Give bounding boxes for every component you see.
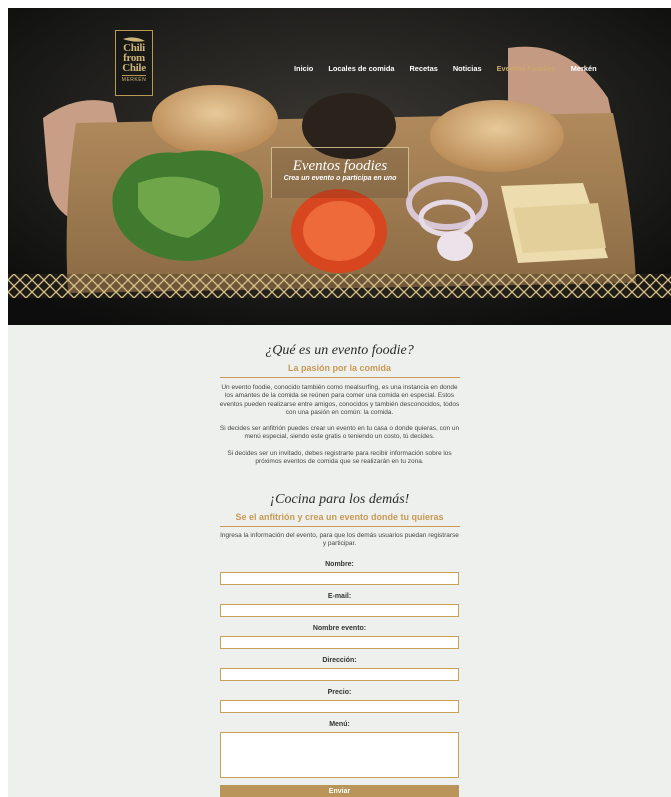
cook-section: ¡Cocina para los demás! Se el anfitrión …	[8, 492, 671, 549]
precio-field[interactable]	[220, 700, 459, 713]
nombre-field[interactable]	[220, 572, 459, 585]
precio-label: Precio:	[327, 689, 352, 696]
nombre-label: Nombre:	[325, 561, 354, 568]
divider	[219, 377, 460, 378]
about-section: ¿Qué es un evento foodie? La pasión por …	[8, 343, 671, 466]
cook-subtitle: Se el anfitrión y crea un evento donde t…	[235, 512, 444, 522]
nav-item-noticias[interactable]: Noticias	[453, 64, 482, 73]
lattice-pattern-band	[8, 274, 671, 298]
hero-banner: Chili from Chile MERKÉN Inicio Locales d…	[8, 8, 671, 325]
about-title: ¿Qué es un evento foodie?	[265, 343, 414, 358]
main-nav: Inicio Locales de comida Recetas Noticia…	[294, 64, 612, 73]
email-field[interactable]	[220, 604, 459, 617]
logo-line-4: MERKÉN	[121, 75, 147, 83]
event-form: Nombre: E-mail: Nombre evento: Dirección…	[8, 561, 671, 797]
chili-from-chile-logo[interactable]: Chili from Chile MERKÉN	[115, 30, 153, 96]
hero-title-box: Eventos foodies Crea un evento o partici…	[271, 147, 409, 198]
about-paragraph-2: Si decides ser anfitrión puedes crear un…	[219, 425, 460, 441]
logo-line-3: Chile	[122, 62, 146, 74]
nav-item-eventos-foodies[interactable]: Eventos Foodies	[497, 64, 556, 73]
nav-item-inicio[interactable]: Inicio	[294, 64, 313, 73]
menu-textarea[interactable]	[220, 732, 459, 778]
hero-subtitle: Crea un evento o participa en uno	[283, 175, 397, 182]
submit-button[interactable]: Enviar	[220, 785, 459, 797]
about-subtitle: La pasión por la comida	[287, 363, 392, 373]
about-paragraph-3: Si decides ser un invitado, debes regist…	[227, 449, 452, 466]
cook-intro: Ingresa la información del evento, para …	[220, 532, 459, 548]
direccion-field[interactable]	[220, 668, 459, 681]
nav-item-merken[interactable]: Merkén	[571, 64, 597, 73]
hero-title: Eventos foodies	[292, 158, 388, 174]
about-paragraph-1: Un evento foodie, conocido también como …	[219, 384, 460, 416]
divider	[219, 526, 460, 527]
nav-item-locales[interactable]: Locales de comida	[328, 64, 394, 73]
nav-item-recetas[interactable]: Recetas	[409, 64, 437, 73]
menu-label: Menú:	[329, 721, 350, 728]
nombre-evento-label: Nombre evento:	[312, 625, 367, 632]
nombre-evento-field[interactable]	[220, 636, 459, 649]
direccion-label: Dirección:	[322, 657, 357, 664]
email-label: E-mail:	[327, 593, 352, 600]
page: Chili from Chile MERKÉN Inicio Locales d…	[8, 8, 671, 797]
cook-title: ¡Cocina para los demás!	[269, 492, 410, 507]
